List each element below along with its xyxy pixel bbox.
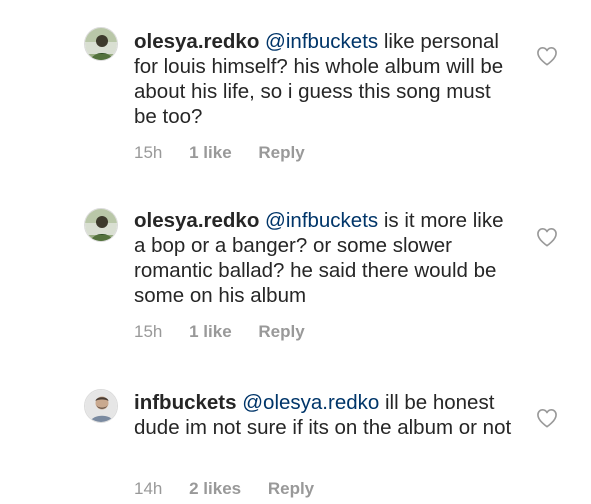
comment-username[interactable]: olesya.redko <box>134 30 259 53</box>
comment-timestamp: 14h <box>134 479 163 498</box>
like-heart-button[interactable] <box>536 46 558 66</box>
comment-meta: 15h 1 like Reply <box>134 143 327 163</box>
avatar[interactable] <box>84 389 118 423</box>
comment-mention-link[interactable]: @olesya.redko <box>242 391 379 414</box>
comment-likes-count[interactable]: 2 likes <box>189 479 241 499</box>
heart-outline-icon <box>537 47 557 66</box>
comment-body: olesya.redko @infbuckets is it more like… <box>134 208 519 308</box>
avatar[interactable] <box>84 27 118 61</box>
avatar-photo-icon <box>85 209 117 241</box>
comment-likes-count[interactable]: 1 like <box>189 143 232 163</box>
avatar[interactable] <box>84 208 118 242</box>
comment-likes-count[interactable]: 1 like <box>189 322 232 342</box>
like-heart-button[interactable] <box>536 408 558 428</box>
comment-timestamp: 15h <box>134 322 163 341</box>
avatar-photo-icon <box>85 28 117 60</box>
comment-body: olesya.redko @infbuckets like personal f… <box>134 29 519 129</box>
comment-body: infbuckets @olesya.redko ill be honest d… <box>134 390 519 440</box>
comment-mention-link[interactable]: @infbuckets <box>265 209 378 232</box>
heart-outline-icon <box>537 409 557 428</box>
reply-button[interactable]: Reply <box>268 479 314 499</box>
reply-button[interactable]: Reply <box>258 143 304 163</box>
avatar-photo-icon <box>85 390 117 422</box>
comment-username[interactable]: infbuckets <box>134 391 237 414</box>
comment-username[interactable]: olesya.redko <box>134 209 259 232</box>
comment-mention-link[interactable]: @infbuckets <box>265 30 378 53</box>
comment-timestamp: 15h <box>134 143 163 162</box>
reply-button[interactable]: Reply <box>258 322 304 342</box>
heart-outline-icon <box>537 228 557 247</box>
like-heart-button[interactable] <box>536 227 558 247</box>
comment-meta: 14h 2 likes Reply <box>134 479 336 499</box>
comment-meta: 15h 1 like Reply <box>134 322 327 342</box>
